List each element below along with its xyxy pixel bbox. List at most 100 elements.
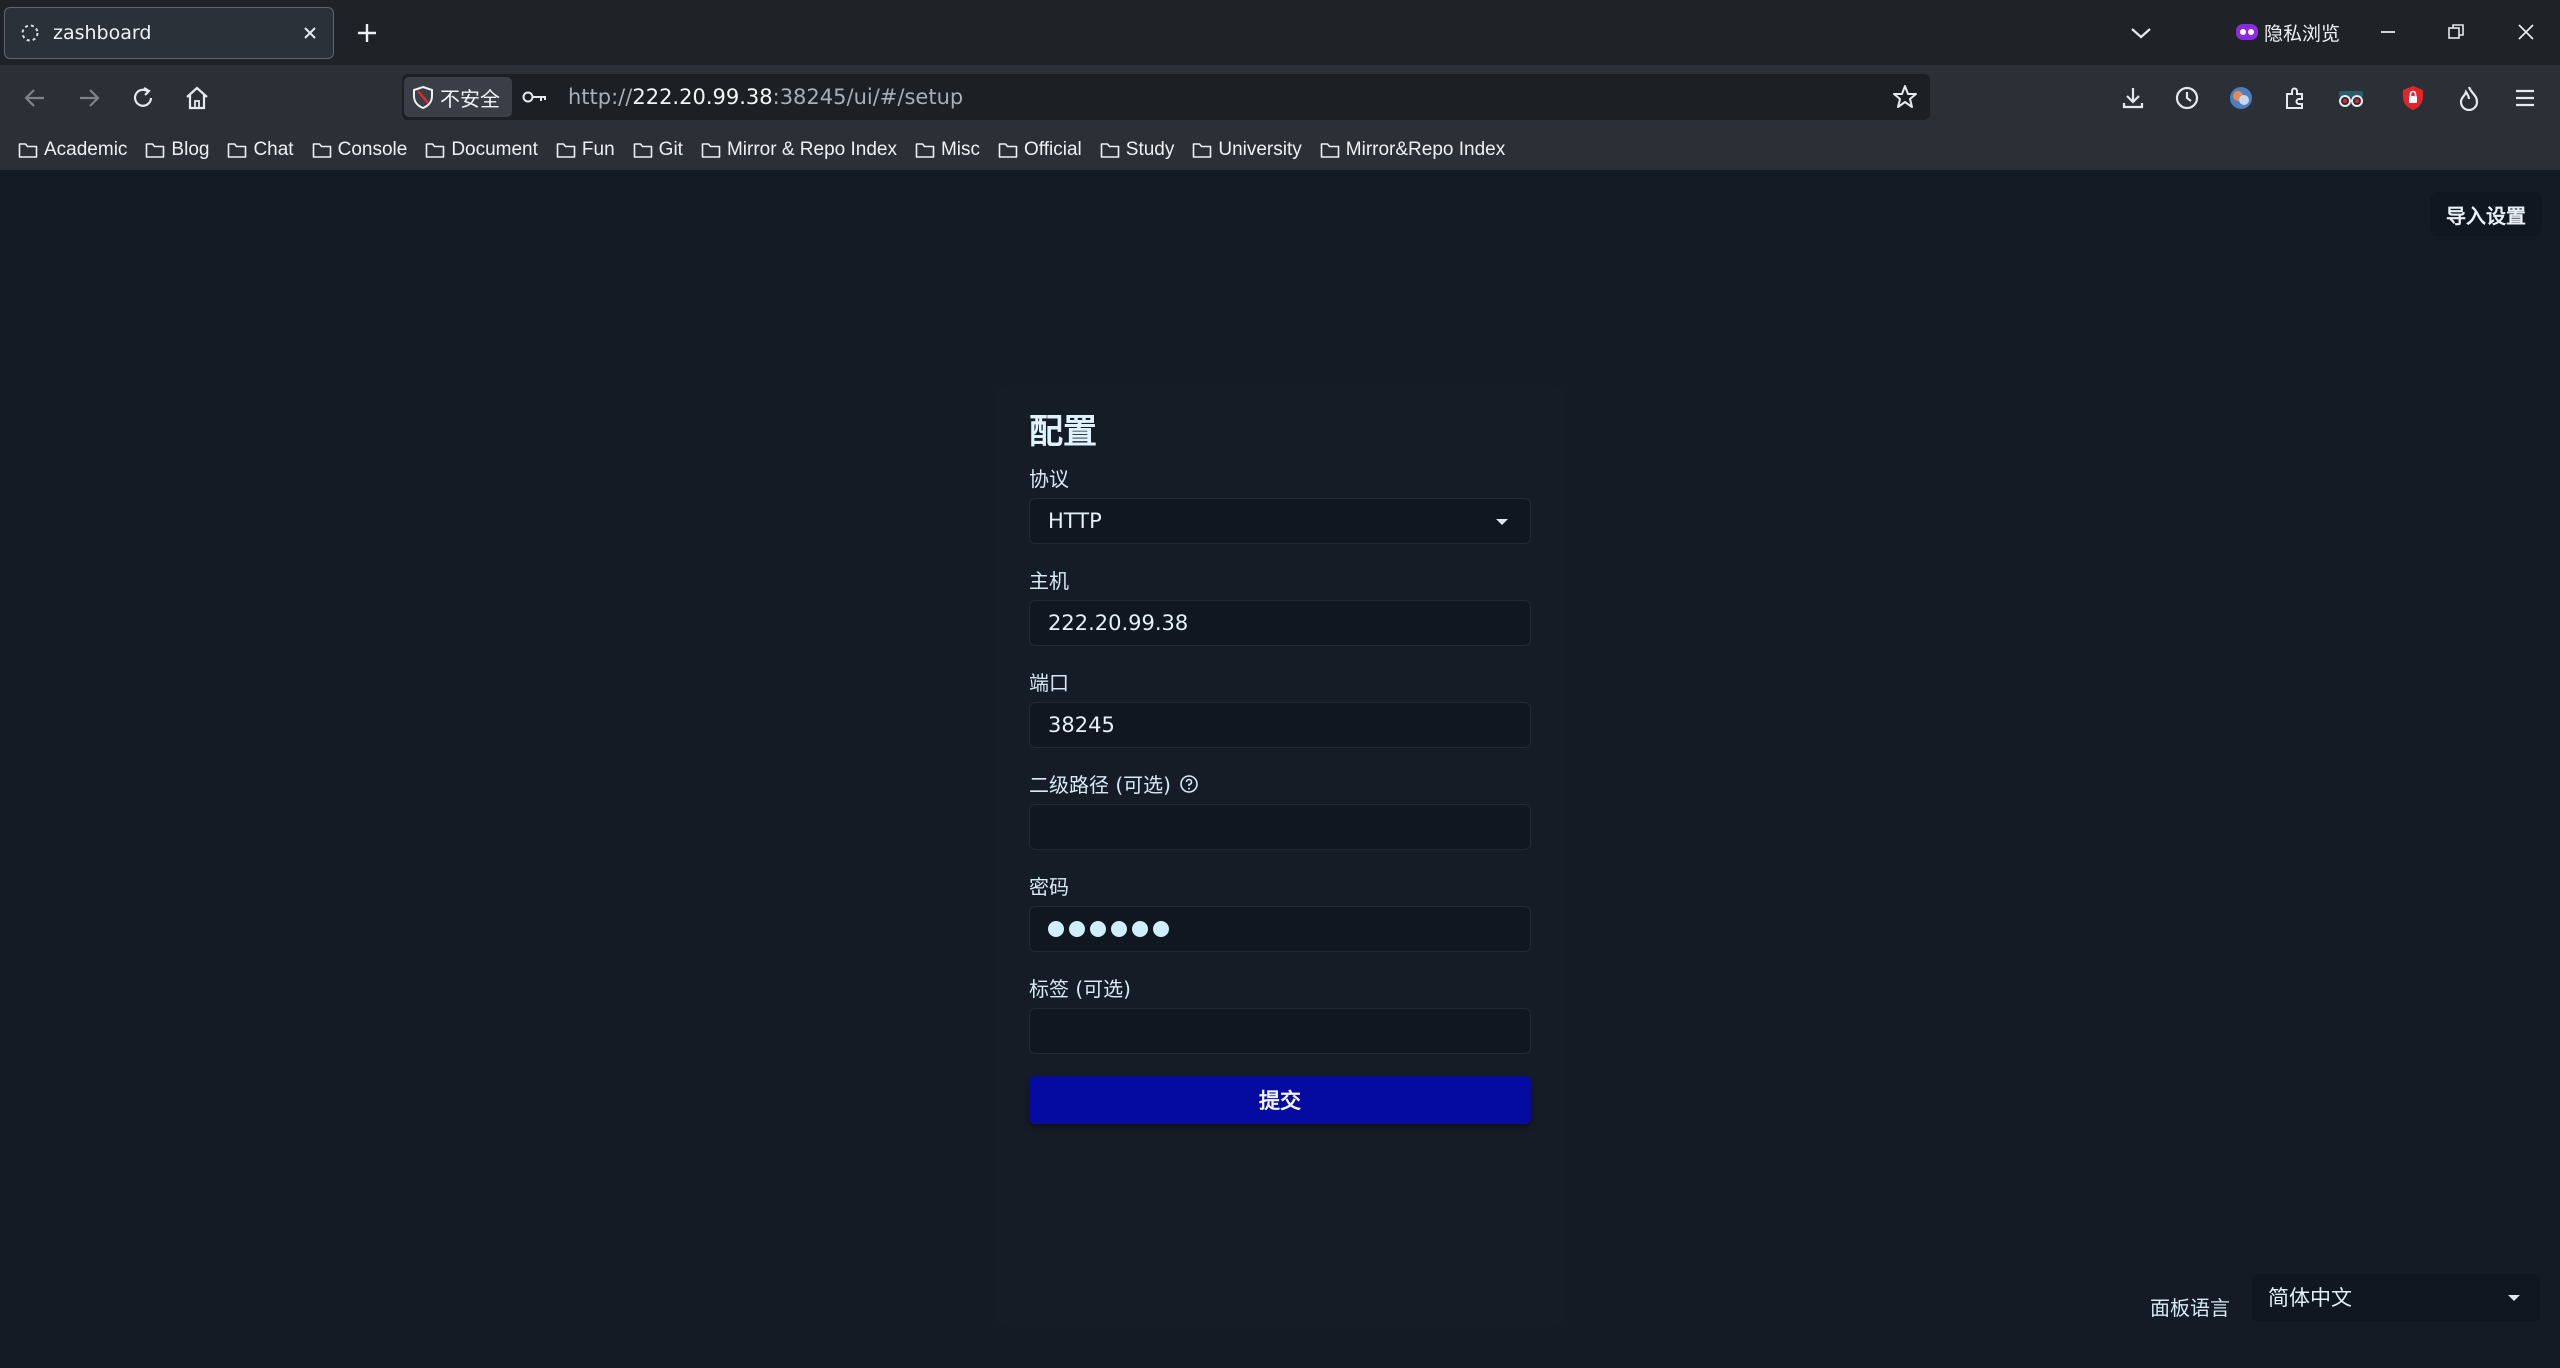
password-label: 密码 [1029, 875, 1069, 899]
folder-icon [1320, 143, 1340, 158]
bookmark-folder[interactable]: Mirror & Repo Index [701, 139, 897, 161]
folder-icon [18, 143, 38, 158]
loading-dashed-circle-icon [17, 20, 43, 46]
bookmark-label: University [1218, 139, 1302, 160]
panel-language-select[interactable]: 简体中文 [2252, 1274, 2540, 1322]
close-tab-icon[interactable] [295, 18, 325, 48]
bookmark-folder[interactable]: Blog [145, 139, 209, 161]
path-label-row: 二级路径 (可选) [1029, 769, 1199, 798]
path-input[interactable] [1029, 804, 1531, 850]
menu-icon[interactable] [2508, 81, 2542, 115]
shield-warning-icon [413, 85, 433, 109]
tab-zashboard[interactable]: zashboard [4, 7, 334, 59]
bookmark-folder[interactable]: Study [1100, 139, 1174, 161]
path-label: 二级路径 (可选) [1029, 773, 1171, 797]
host-label: 主机 [1029, 569, 1069, 593]
bookmark-folder[interactable]: Chat [227, 139, 294, 161]
bookmark-folder[interactable]: Official [998, 139, 1082, 161]
password-dot [1111, 921, 1127, 937]
extensions-icon[interactable] [2278, 81, 2312, 115]
chevron-down-icon[interactable] [2126, 18, 2156, 48]
bookmark-label: Document [451, 139, 538, 160]
folder-icon [701, 143, 721, 158]
password-dot [1069, 921, 1085, 937]
url-text[interactable]: http://222.20.99.38:38245/ui/#/setup [568, 74, 963, 120]
back-arrow-icon[interactable] [17, 80, 53, 116]
port-input[interactable]: 38245 [1029, 702, 1531, 748]
bookmark-label: Mirror & Repo Index [726, 139, 897, 160]
new-tab-button[interactable] [352, 18, 382, 48]
reload-icon[interactable] [125, 80, 161, 116]
folder-icon [426, 143, 445, 158]
bookmark-label: Misc [940, 139, 981, 160]
bookmark-folder[interactable]: University [1192, 139, 1302, 161]
bookmark-label: Mirror&Repo Index [1345, 139, 1506, 160]
shield-extension-icon[interactable] [2396, 81, 2430, 115]
home-icon[interactable] [179, 80, 215, 116]
profile-avatar-icon[interactable] [2224, 81, 2258, 115]
bookmark-label: Academic [44, 139, 128, 160]
folder-icon [556, 143, 576, 158]
bookmarks-bar: Academic Blog Chat Console Document Fun Git Mir… [0, 130, 2560, 170]
password-dot [1090, 921, 1106, 937]
key-icon[interactable] [520, 82, 550, 112]
bookmark-label: Console [337, 139, 408, 160]
folder-icon [633, 143, 652, 158]
panel-language-label: 面板语言 [2150, 1296, 2230, 1320]
bookmark-folder[interactable]: Fun [556, 139, 615, 161]
url-scheme: http:// [568, 85, 633, 109]
folder-icon [312, 143, 331, 158]
password-input[interactable] [1029, 906, 1531, 952]
host-input[interactable]: 222.20.99.38 [1029, 600, 1531, 646]
spy-extension-icon[interactable] [2334, 81, 2368, 115]
navigation-bar: 不安全 http://222.20.99.38:38245/ui/#/setup [0, 65, 2560, 130]
protocol-select[interactable]: HTTP [1029, 498, 1531, 544]
browser-window: zashboard 隐私浏览 不安全 http://222.20.99.38:3… [0, 0, 2560, 1368]
history-icon[interactable] [2170, 81, 2204, 115]
security-label: 不安全 [440, 86, 500, 111]
folder-icon [1193, 143, 1212, 158]
url-bar[interactable]: 不安全 http://222.20.99.38:38245/ui/#/setup [402, 74, 1930, 120]
tag-input[interactable] [1029, 1008, 1531, 1054]
panel-language-value: 简体中文 [2268, 1286, 2352, 1310]
bookmark-label: Git [658, 139, 683, 160]
private-browsing-label: 隐私浏览 [2264, 22, 2341, 45]
bookmark-label: Fun [581, 139, 615, 160]
help-circle-icon[interactable] [1179, 774, 1199, 794]
bookmark-folder[interactable]: Academic [18, 139, 127, 161]
download-icon[interactable] [2116, 81, 2150, 115]
bookmark-folder[interactable]: Git [633, 139, 683, 161]
tab-strip: zashboard 隐私浏览 [0, 0, 2560, 65]
bookmark-folder[interactable]: Console [312, 139, 408, 161]
import-settings-button[interactable]: 导入设置 [2430, 192, 2542, 236]
url-host: 222.20.99.38 [632, 85, 773, 109]
bookmark-folder[interactable]: Misc [915, 139, 980, 161]
restore-button[interactable] [2434, 14, 2478, 50]
flame-icon[interactable] [2452, 81, 2486, 115]
tag-label: 标签 (可选) [1029, 977, 1131, 1001]
star-icon[interactable] [1890, 82, 1920, 112]
minimize-button[interactable] [2366, 14, 2410, 50]
page-content: 导入设置 配置 协议 HTTP 主机 222.20.99.38 端口 38245… [0, 170, 2560, 1368]
forward-arrow-icon[interactable] [71, 80, 107, 116]
bookmark-label: Official [1024, 139, 1082, 160]
password-dot [1132, 921, 1148, 937]
bookmark-folder[interactable]: Mirror&Repo Index [1320, 139, 1505, 161]
folder-icon [915, 143, 935, 158]
protocol-value: HTTP [1048, 509, 1102, 533]
password-dot [1153, 921, 1169, 937]
setup-card: 配置 协议 HTTP 主机 222.20.99.38 端口 38245 二级路径… [995, 386, 1565, 1326]
password-dot [1048, 921, 1064, 937]
private-browsing-indicator: 隐私浏览 [2236, 14, 2340, 50]
tab-title: zashboard [53, 22, 152, 44]
protocol-label: 协议 [1029, 467, 1069, 491]
page-title: 配置 [1029, 412, 1097, 452]
security-indicator[interactable]: 不安全 [404, 77, 512, 117]
caret-down-icon [2508, 1295, 2520, 1301]
bookmark-folder[interactable]: Document [425, 139, 538, 161]
submit-button[interactable]: 提交 [1029, 1076, 1531, 1124]
folder-icon [146, 143, 165, 158]
bookmark-label: Chat [253, 139, 294, 160]
folder-icon [228, 143, 247, 158]
close-window-button[interactable] [2504, 14, 2548, 50]
